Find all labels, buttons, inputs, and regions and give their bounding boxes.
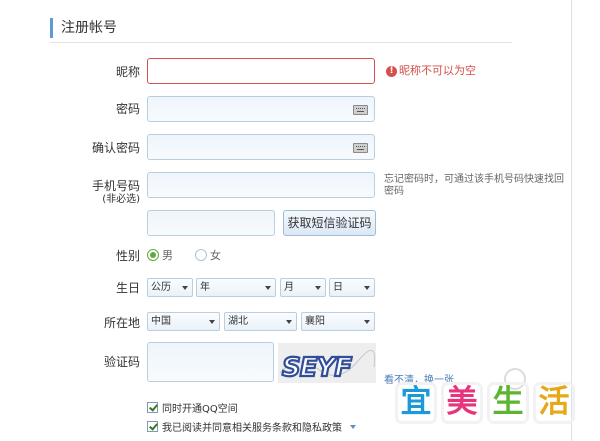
- city-select-value: 襄阳: [305, 316, 325, 327]
- phone-optional-label: (非必选): [102, 194, 140, 205]
- qzone-option[interactable]: 同时开通QQ空间: [147, 400, 238, 415]
- captcha-text: SEYF: [282, 353, 352, 383]
- calendar-select[interactable]: 公历: [147, 278, 193, 297]
- month-select-value: 月: [284, 282, 294, 293]
- month-select[interactable]: 月: [280, 278, 326, 297]
- captcha-input[interactable]: [147, 342, 274, 382]
- chevron-down-icon: [315, 286, 321, 290]
- city-select[interactable]: 襄阳: [301, 312, 375, 331]
- chevron-down-icon: [265, 286, 271, 290]
- chevron-down-icon: [182, 286, 188, 290]
- province-select[interactable]: 湖北: [224, 312, 297, 331]
- chevron-down-icon: [364, 286, 370, 290]
- chevron-down-icon: [364, 320, 370, 324]
- day-select[interactable]: 日: [329, 278, 375, 297]
- province-select-value: 湖北: [228, 316, 248, 327]
- country-select[interactable]: 中国: [147, 312, 220, 331]
- year-select[interactable]: 年: [196, 278, 276, 297]
- terms-checkbox[interactable]: [147, 421, 158, 432]
- watermark-char: 宜: [395, 382, 437, 424]
- nickname-label: 昵称: [115, 65, 140, 79]
- password-input[interactable]: [147, 96, 375, 122]
- nickname-input[interactable]: [147, 58, 375, 84]
- keyboard-icon[interactable]: [353, 105, 368, 115]
- year-select-value: 年: [200, 282, 210, 293]
- nickname-error: ! 昵称不可以为空: [386, 64, 476, 78]
- title-divider: [50, 42, 512, 43]
- sms-code-input[interactable]: [147, 210, 275, 236]
- calendar-select-value: 公历: [151, 282, 171, 293]
- nickname-error-text: 昵称不可以为空: [399, 64, 476, 77]
- day-select-value: 日: [333, 282, 343, 293]
- chevron-down-icon: [209, 320, 215, 324]
- password-label: 密码: [115, 102, 140, 116]
- qzone-label: 同时开通QQ空间: [162, 404, 238, 415]
- captcha-image[interactable]: SEYF: [278, 343, 376, 384]
- confirm-password-label: 确认密码: [91, 141, 140, 155]
- confirm-password-input[interactable]: [147, 134, 375, 160]
- watermark-char: 生: [487, 382, 529, 424]
- birthday-label: 生日: [115, 281, 140, 295]
- radio-button[interactable]: [195, 249, 207, 261]
- gender-option-male[interactable]: 男: [147, 247, 173, 263]
- phone-input[interactable]: [147, 172, 375, 198]
- chevron-down-icon[interactable]: [350, 424, 356, 429]
- keyboard-icon[interactable]: [353, 143, 368, 153]
- gender-option-label: 女: [210, 249, 221, 262]
- phone-label: 手机号码: [91, 179, 140, 193]
- radio-button[interactable]: [147, 249, 159, 261]
- chevron-down-icon: [286, 320, 292, 324]
- page-title: 注册帐号: [50, 18, 117, 38]
- qzone-checkbox[interactable]: [147, 402, 158, 413]
- terms-label[interactable]: 我已阅读并同意相关服务条款和隐私政策: [162, 419, 342, 434]
- watermark-char: 美: [441, 382, 483, 424]
- captcha-label: 验证码: [103, 355, 140, 369]
- phone-hint: 忘记密码时，可通过该手机号码快速找回密码: [384, 174, 564, 197]
- gender-option-label: 男: [162, 249, 173, 262]
- watermark-char: 活: [533, 382, 575, 424]
- location-label: 所在地: [103, 316, 140, 330]
- country-select-value: 中国: [151, 316, 171, 327]
- gender-option-female[interactable]: 女: [195, 247, 221, 263]
- gender-label: 性别: [115, 249, 140, 263]
- error-icon: !: [386, 65, 397, 77]
- get-sms-code-button[interactable]: 获取短信验证码: [283, 210, 376, 236]
- terms-option[interactable]: 我已阅读并同意相关服务条款和隐私政策: [147, 419, 356, 434]
- panel-right-border: [571, 0, 572, 441]
